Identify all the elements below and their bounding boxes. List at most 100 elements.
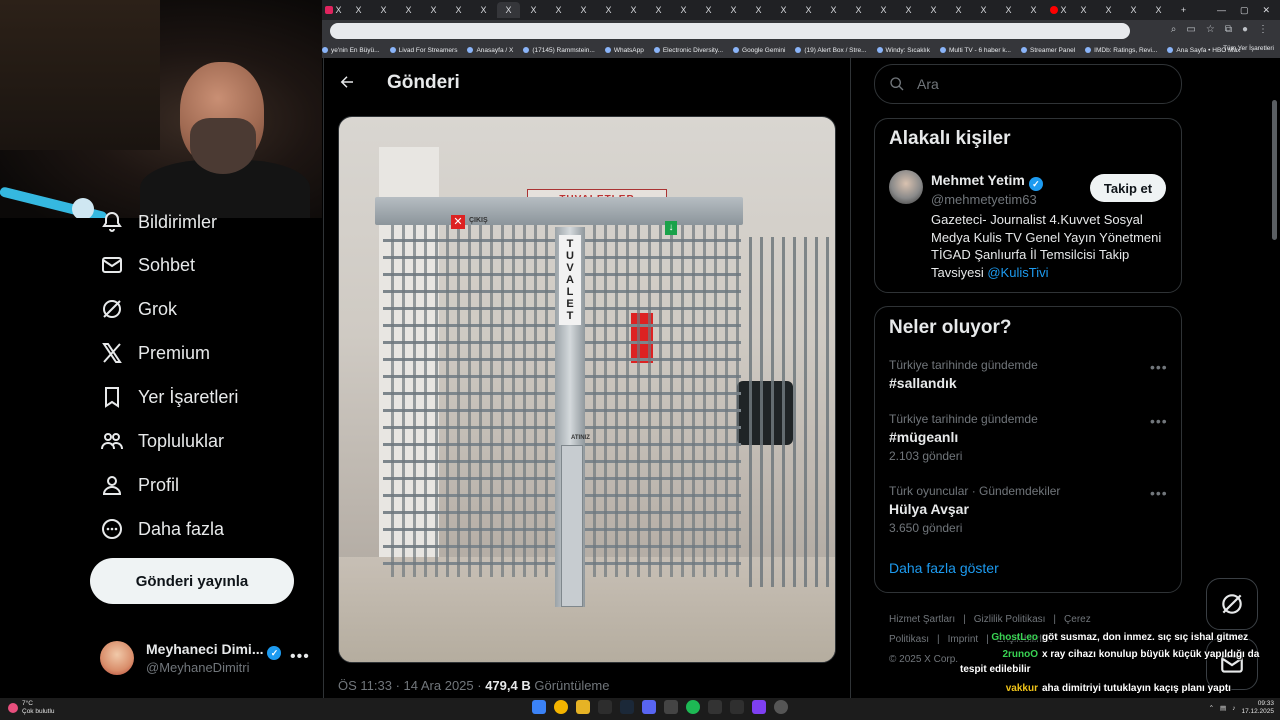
nav-item-2[interactable]: Grok — [100, 295, 177, 323]
account-switcher[interactable]: Meyhaneci Dimi... ✓ @MeyhaneDimitri — [100, 634, 320, 682]
browser-tab[interactable]: X — [997, 2, 1020, 18]
bookmark-item[interactable]: Multi TV - 6 haber k... — [939, 47, 1011, 54]
browser-tab[interactable]: X — [722, 2, 745, 18]
bookmark-item[interactable]: Livad For Streamers — [389, 47, 457, 54]
browser-tab[interactable]: X — [922, 2, 945, 18]
browser-tab[interactable]: X — [897, 2, 920, 18]
more-dots-icon[interactable]: ••• — [1150, 359, 1168, 375]
related-bio-link[interactable]: @KulisTivi — [987, 265, 1048, 280]
bookmark-item[interactable]: (19) Alert Box / Stre... — [795, 47, 867, 54]
app-icon[interactable] — [664, 700, 678, 714]
bookmark-item[interactable]: Streamer Panel — [1020, 47, 1075, 54]
url-field[interactable] — [330, 23, 1130, 39]
nav-item-3[interactable]: Premium — [100, 339, 210, 367]
zoom-icon[interactable]: ⌕ — [1171, 24, 1177, 35]
more-dots-icon[interactable]: ••• — [1150, 485, 1168, 501]
browser-tab[interactable]: X — [747, 2, 770, 18]
epic-icon[interactable] — [708, 700, 722, 714]
browser-tab[interactable]: X — [972, 2, 995, 18]
volume-icon[interactable]: ♪ — [1232, 705, 1235, 712]
browser-tab[interactable]: X — [697, 2, 720, 18]
grok-button[interactable] — [1206, 578, 1258, 630]
browser-tab[interactable]: X — [1122, 2, 1145, 18]
follow-button[interactable]: Takip et — [1090, 174, 1166, 202]
related-name[interactable]: Mehmet Yetim — [931, 172, 1025, 188]
chevron-up-icon[interactable]: ⌃ — [1209, 704, 1214, 712]
media-icon[interactable] — [598, 700, 612, 714]
obs-icon[interactable] — [774, 700, 788, 714]
browser-tab[interactable]: X — [772, 2, 795, 18]
network-icon[interactable]: ▤ — [1220, 704, 1226, 712]
extensions-icon[interactable]: ⧉ — [1225, 24, 1232, 35]
clock[interactable]: 09:33 17.12.2025 — [1241, 700, 1274, 716]
profile-icon[interactable]: ● — [1242, 24, 1248, 35]
browser-tab[interactable]: X — [547, 2, 570, 18]
close-icon[interactable]: ✕ — [1262, 5, 1270, 16]
browser-tab[interactable]: X — [447, 2, 470, 18]
browser-tab[interactable]: X — [622, 2, 645, 18]
footer-link[interactable]: Hizmet Şartları — [889, 614, 955, 625]
browser-tab[interactable]: X — [572, 2, 595, 18]
bookmark-item[interactable]: WhatsApp — [604, 47, 644, 54]
browser-tab[interactable]: + — [1172, 2, 1195, 18]
browser-tab[interactable]: X — [872, 2, 895, 18]
browser-tab[interactable]: X — [1147, 2, 1170, 18]
footer-link[interactable]: Gizlilik Politikası — [974, 614, 1046, 625]
chrome-icon[interactable] — [554, 700, 568, 714]
scrollbar[interactable] — [1272, 100, 1277, 240]
nav-item-1[interactable]: Sohbet — [100, 251, 195, 279]
post-time[interactable]: ÖS 11:33 · 14 Ara 2025 · — [338, 678, 485, 693]
menu-icon[interactable]: ⋮ — [1258, 24, 1268, 35]
browser-tab[interactable]: X — [822, 2, 845, 18]
bookmark-item[interactable]: Google Gemini — [733, 47, 785, 54]
search-box[interactable] — [874, 64, 1182, 104]
nav-item-7[interactable]: Daha fazla — [100, 515, 224, 543]
browser-tab[interactable]: X — [522, 2, 545, 18]
browser-tab[interactable]: X — [847, 2, 870, 18]
browser-tab[interactable]: X — [672, 2, 695, 18]
browser-tab[interactable]: X — [947, 2, 970, 18]
app-icon[interactable] — [730, 700, 744, 714]
nav-item-6[interactable]: Profil — [100, 471, 179, 499]
post-image[interactable]: TUVALETLER TUVALET ✕ ÇIKIŞ ↓ ATINIZ — [338, 116, 836, 663]
browser-tab[interactable]: X — [497, 2, 520, 18]
bookmark-item[interactable]: IMDb: Ratings, Revi... — [1085, 47, 1157, 54]
discord-icon[interactable] — [642, 700, 656, 714]
browser-tab[interactable]: X — [472, 2, 495, 18]
browser-tab[interactable]: X — [347, 2, 370, 18]
steam-icon[interactable] — [620, 700, 634, 714]
bookmark-item[interactable]: (17145) Rammstein... — [523, 47, 595, 54]
browser-tab[interactable]: X — [1047, 2, 1070, 18]
browser-tab[interactable]: X — [647, 2, 670, 18]
more-dots-icon[interactable]: ••• — [290, 648, 310, 666]
nav-item-0[interactable]: Bildirimler — [100, 208, 217, 236]
browser-tab[interactable]: X — [322, 2, 345, 18]
show-more-link[interactable]: Daha fazla göster — [889, 560, 999, 576]
browser-tab[interactable]: X — [1097, 2, 1120, 18]
bookmark-item[interactable]: Anasayfa / X — [467, 47, 513, 54]
cast-icon[interactable]: ▭ — [1186, 24, 1195, 35]
browser-tab[interactable]: X — [372, 2, 395, 18]
nav-item-5[interactable]: Topluluklar — [100, 427, 224, 455]
spotify-icon[interactable] — [686, 700, 700, 714]
search-input[interactable] — [915, 75, 1159, 93]
folder-icon[interactable] — [576, 700, 590, 714]
back-arrow-icon[interactable] — [338, 73, 358, 93]
bookmark-item[interactable]: Electronic Diversity... — [653, 47, 723, 54]
weather-widget[interactable]: 7°C Çok bulutlu — [8, 700, 55, 716]
all-bookmarks[interactable]: Tüm Yer İşaretleri — [1223, 45, 1274, 52]
browser-tab[interactable]: X — [422, 2, 445, 18]
more-dots-icon[interactable]: ••• — [1150, 413, 1168, 429]
nav-item-4[interactable]: Yer İşaretleri — [100, 383, 238, 411]
bookmark-item[interactable]: Windy: Sıcaklık — [876, 47, 930, 54]
related-avatar[interactable] — [889, 170, 923, 204]
post-button[interactable]: Gönderi yayınla — [90, 558, 294, 604]
bookmark-item[interactable]: ye'nin En Büyü... — [322, 47, 380, 54]
kick-icon[interactable] — [752, 700, 766, 714]
browser-tab[interactable]: X — [1022, 2, 1045, 18]
browser-tab[interactable]: X — [597, 2, 620, 18]
star-icon[interactable]: ☆ — [1206, 24, 1215, 35]
browser-tab[interactable]: X — [1072, 2, 1095, 18]
maximize-icon[interactable]: ▢ — [1240, 5, 1249, 16]
minimize-icon[interactable]: — — [1217, 5, 1226, 15]
